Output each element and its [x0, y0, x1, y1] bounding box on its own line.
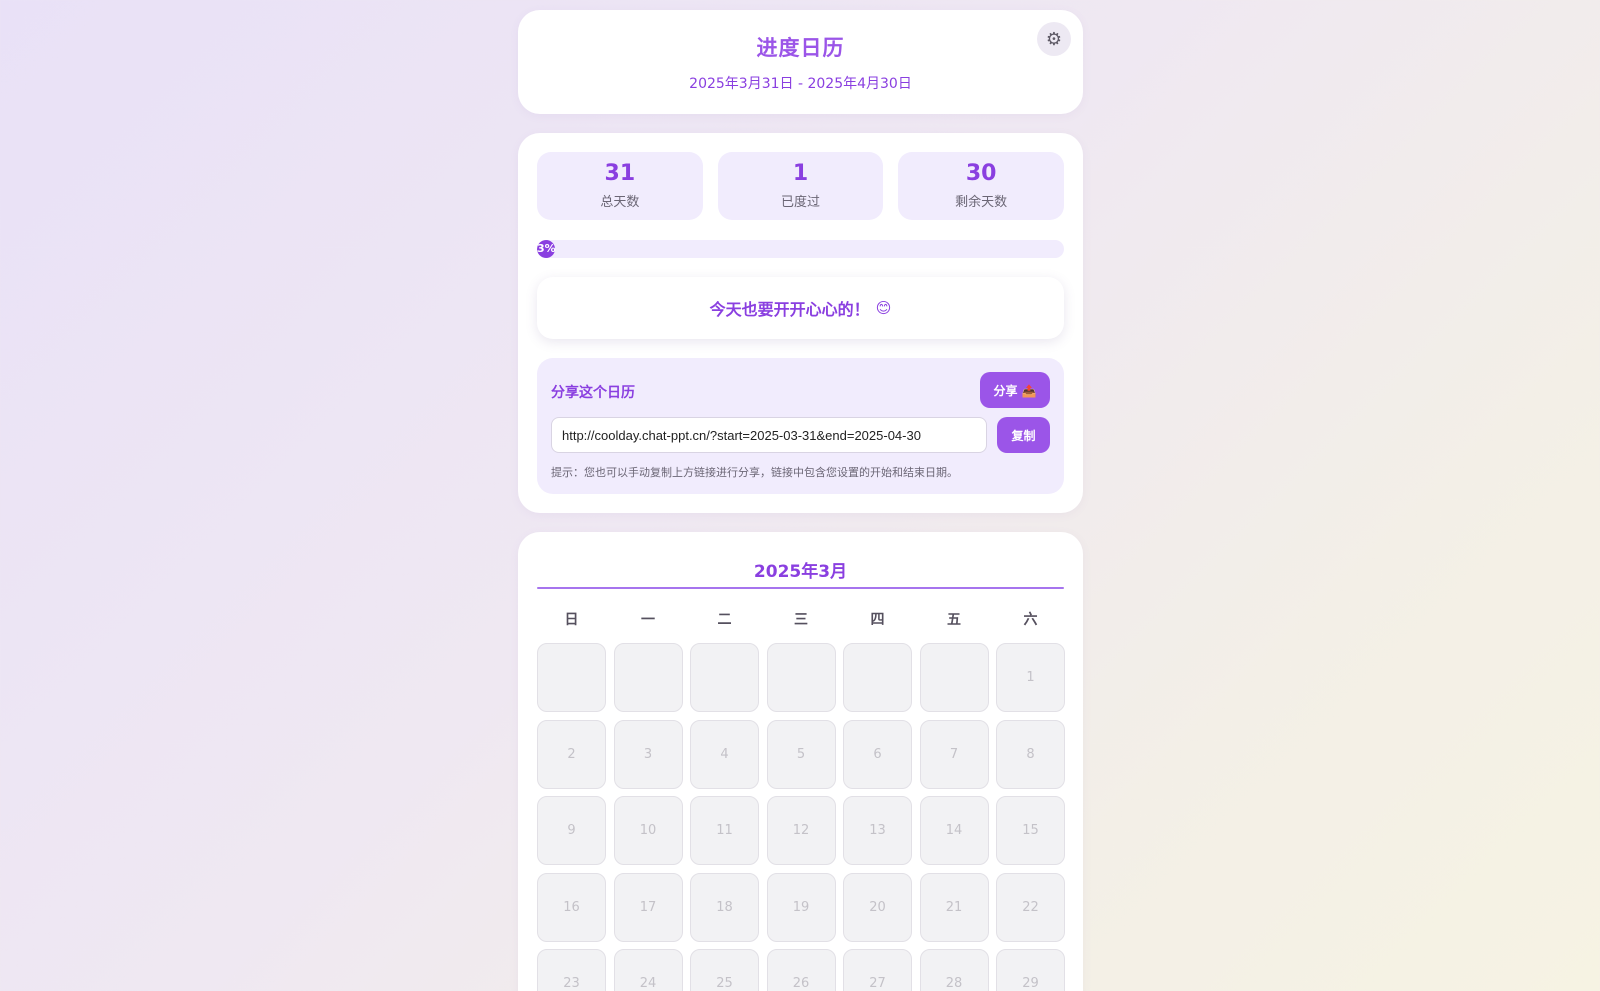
calendar-day[interactable]: 22 [996, 872, 1065, 942]
stats-card: 31 总天数 1 已度过 30 剩余天数 3% 今天也要开开心心的！ 😊 分享这… [518, 133, 1083, 513]
calendar-day[interactable]: 2 [537, 719, 606, 789]
calendar-day-empty [613, 643, 683, 712]
gear-icon: ⚙ [1045, 28, 1063, 49]
calendar-day-empty [843, 643, 912, 712]
weekday-label: 六 [1023, 612, 1038, 628]
stat-value: 30 [965, 161, 997, 186]
progress-fill: 3% [537, 240, 556, 258]
calendar-day[interactable]: 25 [690, 949, 759, 991]
weekday-label: 二 [717, 612, 732, 628]
calendar-day[interactable]: 28 [919, 949, 989, 991]
weekday-label: 一 [641, 612, 655, 628]
stats-row: 31 总天数 1 已度过 30 剩余天数 [537, 152, 1065, 220]
motto-text: 今天也要开开心心的！ [709, 300, 870, 319]
stat-value: 1 [792, 161, 809, 186]
share-hint: 提示：您也可以手动复制上方链接进行分享，链接中包含您设置的开始和结束日期。 [551, 466, 958, 479]
calendar-day[interactable]: 20 [843, 872, 912, 942]
copy-button[interactable]: 复制 [997, 417, 1050, 453]
date-range: 2025年3月31日 - 2025年4月30日 [689, 76, 912, 92]
stat-value: 31 [604, 161, 636, 186]
calendar-day[interactable]: 1 [996, 643, 1065, 712]
calendar-day[interactable]: 11 [690, 796, 759, 865]
calendar-day[interactable]: 29 [996, 949, 1065, 991]
calendar-day-empty [537, 643, 606, 712]
settings-button[interactable]: ⚙ [1037, 22, 1071, 56]
motto-banner: 今天也要开开心心的！ 😊 [537, 277, 1064, 339]
calendar-day[interactable]: 21 [919, 872, 989, 942]
weekday-header: 日一二三四五六 [537, 609, 1064, 628]
calendar-day[interactable]: 9 [537, 796, 606, 865]
calendar-day[interactable]: 27 [843, 949, 912, 991]
stat-days-remaining: 30 剩余天数 [898, 152, 1065, 220]
calendar-day[interactable]: 24 [613, 949, 683, 991]
calendar-day-empty [690, 643, 759, 712]
stat-total-days: 31 总天数 [537, 152, 703, 220]
app-container: 进度日历 2025年3月31日 - 2025年4月30日 ⚙ 31 总天数 1 … [518, 10, 1083, 991]
share-panel: 分享这个日历 分享 📤 复制 提示：您也可以手动复制上方链接进行分享，链接中包含… [537, 358, 1064, 494]
stat-days-passed: 1 已度过 [717, 152, 884, 220]
calendar-day[interactable]: 10 [613, 796, 683, 865]
share-title: 分享这个日历 [551, 385, 635, 401]
month-divider [537, 587, 1064, 589]
calendar-card: 2025年3月 日一二三四五六 1 2 3 4 5 6 7 8 9 10 11 12 13 14 15 16 1… [518, 532, 1083, 991]
month-title: 2025年3月 [753, 562, 848, 582]
calendar-grid: 1 2 3 4 5 6 7 8 9 10 11 12 13 14 15 16 17 18 19 20 21 22 23 24 2… [537, 643, 1065, 991]
calendar-day[interactable]: 13 [843, 796, 912, 865]
calendar-day[interactable]: 23 [537, 949, 606, 991]
calendar-day[interactable]: 6 [843, 719, 912, 789]
share-url-input[interactable] [551, 417, 987, 453]
weekday-label: 三 [794, 612, 808, 628]
share-button[interactable]: 分享 📤 [980, 372, 1050, 408]
smile-emoji-icon: 😊 [875, 299, 892, 317]
page-title: 进度日历 [756, 36, 845, 60]
calendar-day[interactable]: 18 [690, 872, 759, 942]
calendar-day[interactable]: 15 [996, 796, 1065, 865]
calendar-day[interactable]: 7 [919, 719, 989, 789]
calendar-day[interactable]: 17 [613, 872, 683, 942]
calendar-day[interactable]: 26 [766, 949, 836, 991]
calendar-day-empty [919, 643, 989, 712]
stat-label: 剩余天数 [955, 195, 1008, 210]
calendar-day-empty [766, 643, 836, 712]
weekday-label: 日 [564, 612, 579, 628]
calendar-day[interactable]: 14 [919, 796, 989, 865]
calendar-day[interactable]: 5 [766, 719, 836, 789]
progress-bar: 3% [537, 240, 1064, 258]
calendar-day[interactable]: 12 [766, 796, 836, 865]
weekday-label: 五 [947, 612, 961, 628]
calendar-day[interactable]: 19 [766, 872, 836, 942]
weekday-label: 四 [870, 612, 885, 628]
header-card: 进度日历 2025年3月31日 - 2025年4月30日 ⚙ [518, 10, 1083, 114]
calendar-day[interactable]: 3 [613, 719, 683, 789]
calendar-day[interactable]: 16 [537, 872, 606, 942]
calendar-day[interactable]: 4 [690, 719, 759, 789]
calendar-day[interactable]: 8 [996, 719, 1065, 789]
stat-label: 总天数 [600, 195, 640, 210]
stat-label: 已度过 [781, 195, 821, 210]
